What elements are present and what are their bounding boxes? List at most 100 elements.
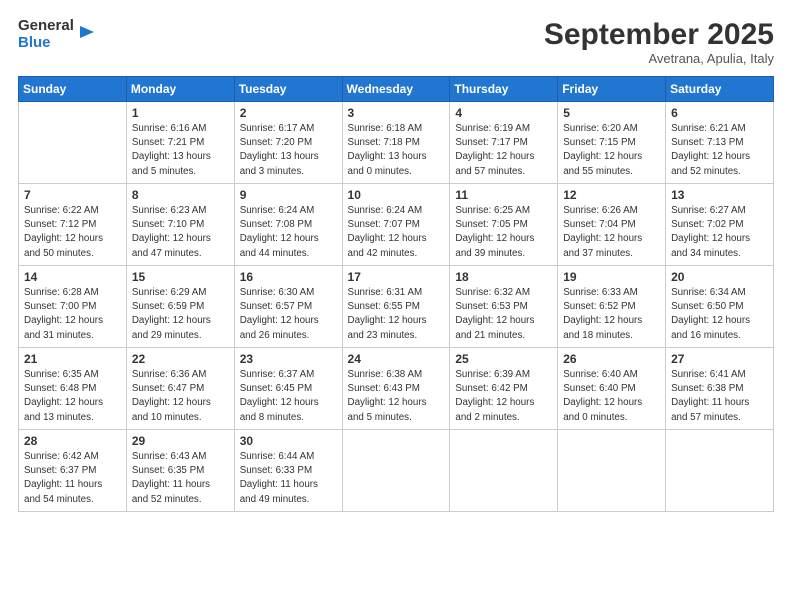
day-number: 16 <box>240 270 337 284</box>
day-info: Sunrise: 6:16 AMSunset: 7:21 PMDaylight:… <box>132 122 229 179</box>
calendar-cell <box>666 430 774 512</box>
day-number: 4 <box>455 106 552 120</box>
calendar-cell: 3 Sunrise: 6:18 AMSunset: 7:18 PMDaylight… <box>342 102 450 184</box>
day-number: 27 <box>671 352 768 366</box>
day-number: 17 <box>348 270 445 284</box>
day-number: 13 <box>671 188 768 202</box>
header-wednesday: Wednesday <box>342 77 450 102</box>
day-info: Sunrise: 6:40 AMSunset: 6:40 PMDaylight:… <box>563 368 660 425</box>
calendar-header: Sunday Monday Tuesday Wednesday Thursday… <box>19 77 774 102</box>
calendar-cell <box>558 430 666 512</box>
day-info: Sunrise: 6:31 AMSunset: 6:55 PMDaylight:… <box>348 286 445 343</box>
day-info: Sunrise: 6:22 AMSunset: 7:12 PMDaylight:… <box>24 204 121 261</box>
day-number: 8 <box>132 188 229 202</box>
calendar-week-row: 7Sunrise: 6:22 AMSunset: 7:12 PMDaylight… <box>19 184 774 266</box>
calendar-cell <box>450 430 558 512</box>
month-title: September 2025 <box>544 18 774 51</box>
calendar-cell: 29 Sunrise: 6:43 AMSunset: 6:35 PMDayligh… <box>126 430 234 512</box>
calendar-cell: 9Sunrise: 6:24 AMSunset: 7:08 PMDaylight… <box>234 184 342 266</box>
calendar-cell: 20 Sunrise: 6:34 AMSunset: 6:50 PMDayligh… <box>666 266 774 348</box>
calendar-cell: 12 Sunrise: 6:26 AMSunset: 7:04 PMDayligh… <box>558 184 666 266</box>
day-info: Sunrise: 6:35 AMSunset: 6:48 PMDaylight:… <box>24 368 121 425</box>
calendar-cell: 6 Sunrise: 6:21 AMSunset: 7:13 PMDaylight… <box>666 102 774 184</box>
day-info: Sunrise: 6:24 AMSunset: 7:07 PMDaylight:… <box>348 204 445 261</box>
calendar-cell: 18 Sunrise: 6:32 AMSunset: 6:53 PMDayligh… <box>450 266 558 348</box>
day-info: Sunrise: 6:37 AMSunset: 6:45 PMDaylight:… <box>240 368 337 425</box>
day-info: Sunrise: 6:21 AMSunset: 7:13 PMDaylight:… <box>671 122 768 179</box>
calendar-cell: 27 Sunrise: 6:41 AMSunset: 6:38 PMDayligh… <box>666 348 774 430</box>
day-number: 20 <box>671 270 768 284</box>
calendar-cell: 16Sunrise: 6:30 AMSunset: 6:57 PMDayligh… <box>234 266 342 348</box>
day-number: 1 <box>132 106 229 120</box>
day-number: 6 <box>671 106 768 120</box>
day-number: 23 <box>240 352 337 366</box>
calendar-cell: 28Sunrise: 6:42 AMSunset: 6:37 PMDayligh… <box>19 430 127 512</box>
day-number: 18 <box>455 270 552 284</box>
logo-line2: Blue <box>18 35 74 52</box>
day-number: 5 <box>563 106 660 120</box>
day-number: 11 <box>455 188 552 202</box>
location-subtitle: Avetrana, Apulia, Italy <box>544 51 774 66</box>
title-block: September 2025 Avetrana, Apulia, Italy <box>544 18 774 66</box>
calendar-cell: 13Sunrise: 6:27 AMSunset: 7:02 PMDayligh… <box>666 184 774 266</box>
day-info: Sunrise: 6:28 AMSunset: 7:00 PMDaylight:… <box>24 286 121 343</box>
day-info: Sunrise: 6:43 AMSunset: 6:35 PMDaylight:… <box>132 450 229 507</box>
day-number: 24 <box>348 352 445 366</box>
day-number: 12 <box>563 188 660 202</box>
day-number: 19 <box>563 270 660 284</box>
calendar-cell: 15Sunrise: 6:29 AMSunset: 6:59 PMDayligh… <box>126 266 234 348</box>
day-info: Sunrise: 6:41 AMSunset: 6:38 PMDaylight:… <box>671 368 768 425</box>
header-sunday: Sunday <box>19 77 127 102</box>
calendar-cell <box>342 430 450 512</box>
calendar-cell: 22Sunrise: 6:36 AMSunset: 6:47 PMDayligh… <box>126 348 234 430</box>
day-info: Sunrise: 6:33 AMSunset: 6:52 PMDaylight:… <box>563 286 660 343</box>
day-number: 10 <box>348 188 445 202</box>
calendar-table: Sunday Monday Tuesday Wednesday Thursday… <box>18 76 774 512</box>
header-saturday: Saturday <box>666 77 774 102</box>
header-monday: Monday <box>126 77 234 102</box>
header-friday: Friday <box>558 77 666 102</box>
weekday-row: Sunday Monday Tuesday Wednesday Thursday… <box>19 77 774 102</box>
day-number: 22 <box>132 352 229 366</box>
day-number: 29 <box>132 434 229 448</box>
day-info: Sunrise: 6:20 AMSunset: 7:15 PMDaylight:… <box>563 122 660 179</box>
day-number: 15 <box>132 270 229 284</box>
logo: General Blue <box>18 18 96 51</box>
calendar-week-row: 14Sunrise: 6:28 AMSunset: 7:00 PMDayligh… <box>19 266 774 348</box>
calendar-week-row: 28Sunrise: 6:42 AMSunset: 6:37 PMDayligh… <box>19 430 774 512</box>
calendar-cell: 11Sunrise: 6:25 AMSunset: 7:05 PMDayligh… <box>450 184 558 266</box>
day-number: 30 <box>240 434 337 448</box>
day-info: Sunrise: 6:34 AMSunset: 6:50 PMDaylight:… <box>671 286 768 343</box>
calendar-cell: 24Sunrise: 6:38 AMSunset: 6:43 PMDayligh… <box>342 348 450 430</box>
day-info: Sunrise: 6:32 AMSunset: 6:53 PMDaylight:… <box>455 286 552 343</box>
day-info: Sunrise: 6:19 AMSunset: 7:17 PMDaylight:… <box>455 122 552 179</box>
day-number: 3 <box>348 106 445 120</box>
calendar-week-row: 21Sunrise: 6:35 AMSunset: 6:48 PMDayligh… <box>19 348 774 430</box>
calendar-cell: 2Sunrise: 6:17 AMSunset: 7:20 PMDaylight… <box>234 102 342 184</box>
calendar-cell: 1 Sunrise: 6:16 AMSunset: 7:21 PMDaylight… <box>126 102 234 184</box>
calendar-cell: 30 Sunrise: 6:44 AMSunset: 6:33 PMDayligh… <box>234 430 342 512</box>
header-tuesday: Tuesday <box>234 77 342 102</box>
calendar-page: General Blue September 2025 Avetrana, Ap… <box>0 0 792 612</box>
calendar-cell: 14Sunrise: 6:28 AMSunset: 7:00 PMDayligh… <box>19 266 127 348</box>
calendar-cell: 19 Sunrise: 6:33 AMSunset: 6:52 PMDayligh… <box>558 266 666 348</box>
day-info: Sunrise: 6:44 AMSunset: 6:33 PMDaylight:… <box>240 450 337 507</box>
calendar-cell: 7Sunrise: 6:22 AMSunset: 7:12 PMDaylight… <box>19 184 127 266</box>
header-thursday: Thursday <box>450 77 558 102</box>
day-info: Sunrise: 6:17 AMSunset: 7:20 PMDaylight:… <box>240 122 337 179</box>
calendar-cell: 10 Sunrise: 6:24 AMSunset: 7:07 PMDayligh… <box>342 184 450 266</box>
day-info: Sunrise: 6:26 AMSunset: 7:04 PMDaylight:… <box>563 204 660 261</box>
calendar-cell: 5 Sunrise: 6:20 AMSunset: 7:15 PMDaylight… <box>558 102 666 184</box>
day-number: 26 <box>563 352 660 366</box>
calendar-cell: 23 Sunrise: 6:37 AMSunset: 6:45 PMDayligh… <box>234 348 342 430</box>
day-number: 9 <box>240 188 337 202</box>
calendar-cell: 25Sunrise: 6:39 AMSunset: 6:42 PMDayligh… <box>450 348 558 430</box>
day-info: Sunrise: 6:23 AMSunset: 7:10 PMDaylight:… <box>132 204 229 261</box>
logo-line1: General <box>18 18 74 35</box>
day-number: 28 <box>24 434 121 448</box>
calendar-cell: 21Sunrise: 6:35 AMSunset: 6:48 PMDayligh… <box>19 348 127 430</box>
calendar-week-row: 1 Sunrise: 6:16 AMSunset: 7:21 PMDaylight… <box>19 102 774 184</box>
page-header: General Blue September 2025 Avetrana, Ap… <box>18 18 774 66</box>
day-info: Sunrise: 6:18 AMSunset: 7:18 PMDaylight:… <box>348 122 445 179</box>
calendar-cell: 4 Sunrise: 6:19 AMSunset: 7:17 PMDaylight… <box>450 102 558 184</box>
